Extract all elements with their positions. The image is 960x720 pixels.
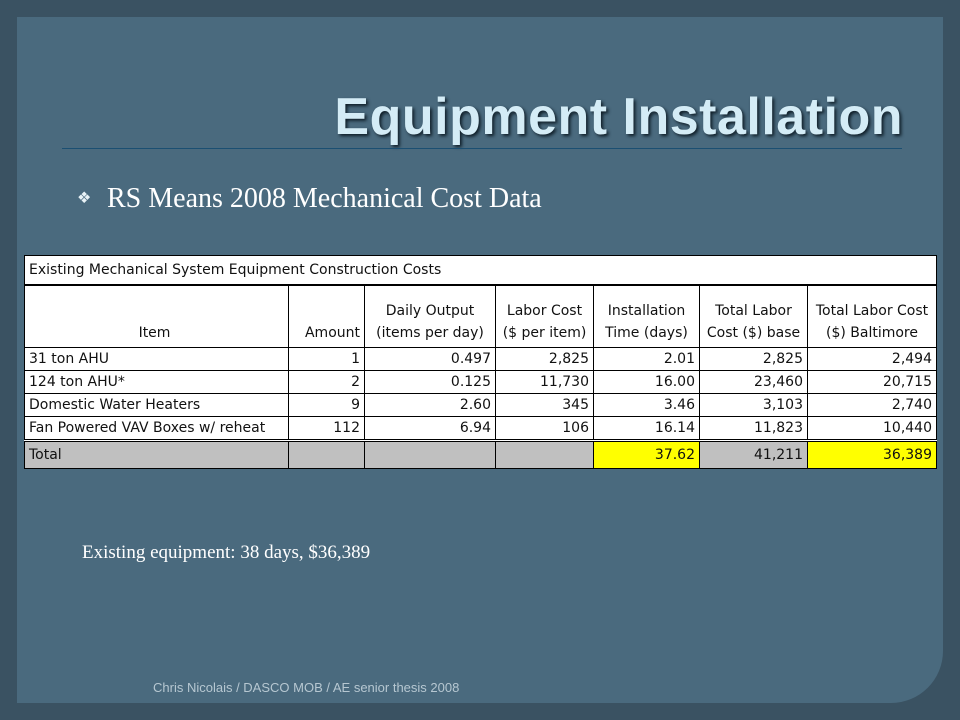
cell-total-base: 23,460 [699,370,808,394]
footer-text: Chris Nicolais / DASCO MOB / AE senior t… [153,680,460,695]
total-empty-cell [288,439,365,469]
total-empty-cell [364,439,496,469]
table-caption-row: Existing Mechanical System Equipment Con… [24,255,937,286]
slide: Equipment Installation ❖ RS Means 2008 M… [17,17,943,703]
cell-total-base: 2,825 [699,347,808,371]
total-labor-base: 41,211 [699,439,808,469]
table-row: Fan Powered VAV Boxes w/ reheat 112 6.94… [24,416,937,441]
table-caption: Existing Mechanical System Equipment Con… [24,255,937,286]
header-item: Item [24,284,289,348]
bullet-icon: ❖ [77,190,92,207]
cell-labor-cost: 106 [495,416,594,441]
cell-amount: 2 [288,370,365,394]
cell-total-base: 3,103 [699,393,808,417]
header-labor-cost: Labor Cost ($ per item) [495,284,594,348]
cell-daily-output: 2.60 [364,393,496,417]
table-row: Domestic Water Heaters 9 2.60 345 3.46 3… [24,393,937,417]
total-labor-baltimore: 36,389 [807,439,937,469]
cell-item: 124 ton AHU* [24,370,289,394]
cost-table: Existing Mechanical System Equipment Con… [24,255,937,469]
cell-daily-output: 6.94 [364,416,496,441]
table-row: 124 ton AHU* 2 0.125 11,730 16.00 23,460… [24,370,937,394]
cell-item: 31 ton AHU [24,347,289,371]
cell-amount: 1 [288,347,365,371]
header-daily-output: Daily Output (items per day) [364,284,496,348]
title-divider [62,148,902,149]
cell-item: Domestic Water Heaters [24,393,289,417]
cell-daily-output: 0.125 [364,370,496,394]
cell-installation-time: 2.01 [593,347,700,371]
cell-labor-cost: 2,825 [495,347,594,371]
table-header-row: Item Amount Daily Output (items per day) … [24,284,937,348]
header-amount: Amount [288,284,365,348]
header-total-labor-baltimore: Total Labor Cost ($) Baltimore [807,284,937,348]
cell-total-baltimore: 20,715 [807,370,937,394]
total-label: Total [24,439,289,469]
cell-total-baltimore: 2,740 [807,393,937,417]
cell-total-baltimore: 2,494 [807,347,937,371]
slide-title: Equipment Installation [334,88,903,146]
total-empty-cell [495,439,594,469]
header-total-labor-base: Total Labor Cost ($) base [699,284,808,348]
cell-amount: 112 [288,416,365,441]
cell-total-base: 11,823 [699,416,808,441]
table-total-row: Total 37.62 41,211 36,389 [24,439,937,469]
cell-installation-time: 16.00 [593,370,700,394]
header-installation-time: Installation Time (days) [593,284,700,348]
total-installation-days: 37.62 [593,439,700,469]
cell-item: Fan Powered VAV Boxes w/ reheat [24,416,289,441]
cell-installation-time: 3.46 [593,393,700,417]
bullet-item: ❖ RS Means 2008 Mechanical Cost Data [77,183,542,215]
table-row: 31 ton AHU 1 0.497 2,825 2.01 2,825 2,49… [24,347,937,371]
bullet-text: RS Means 2008 Mechanical Cost Data [107,183,542,214]
cell-total-baltimore: 10,440 [807,416,937,441]
cell-daily-output: 0.497 [364,347,496,371]
cell-amount: 9 [288,393,365,417]
cell-labor-cost: 345 [495,393,594,417]
summary-text: Existing equipment: 38 days, $36,389 [82,542,371,563]
cell-installation-time: 16.14 [593,416,700,441]
cell-labor-cost: 11,730 [495,370,594,394]
